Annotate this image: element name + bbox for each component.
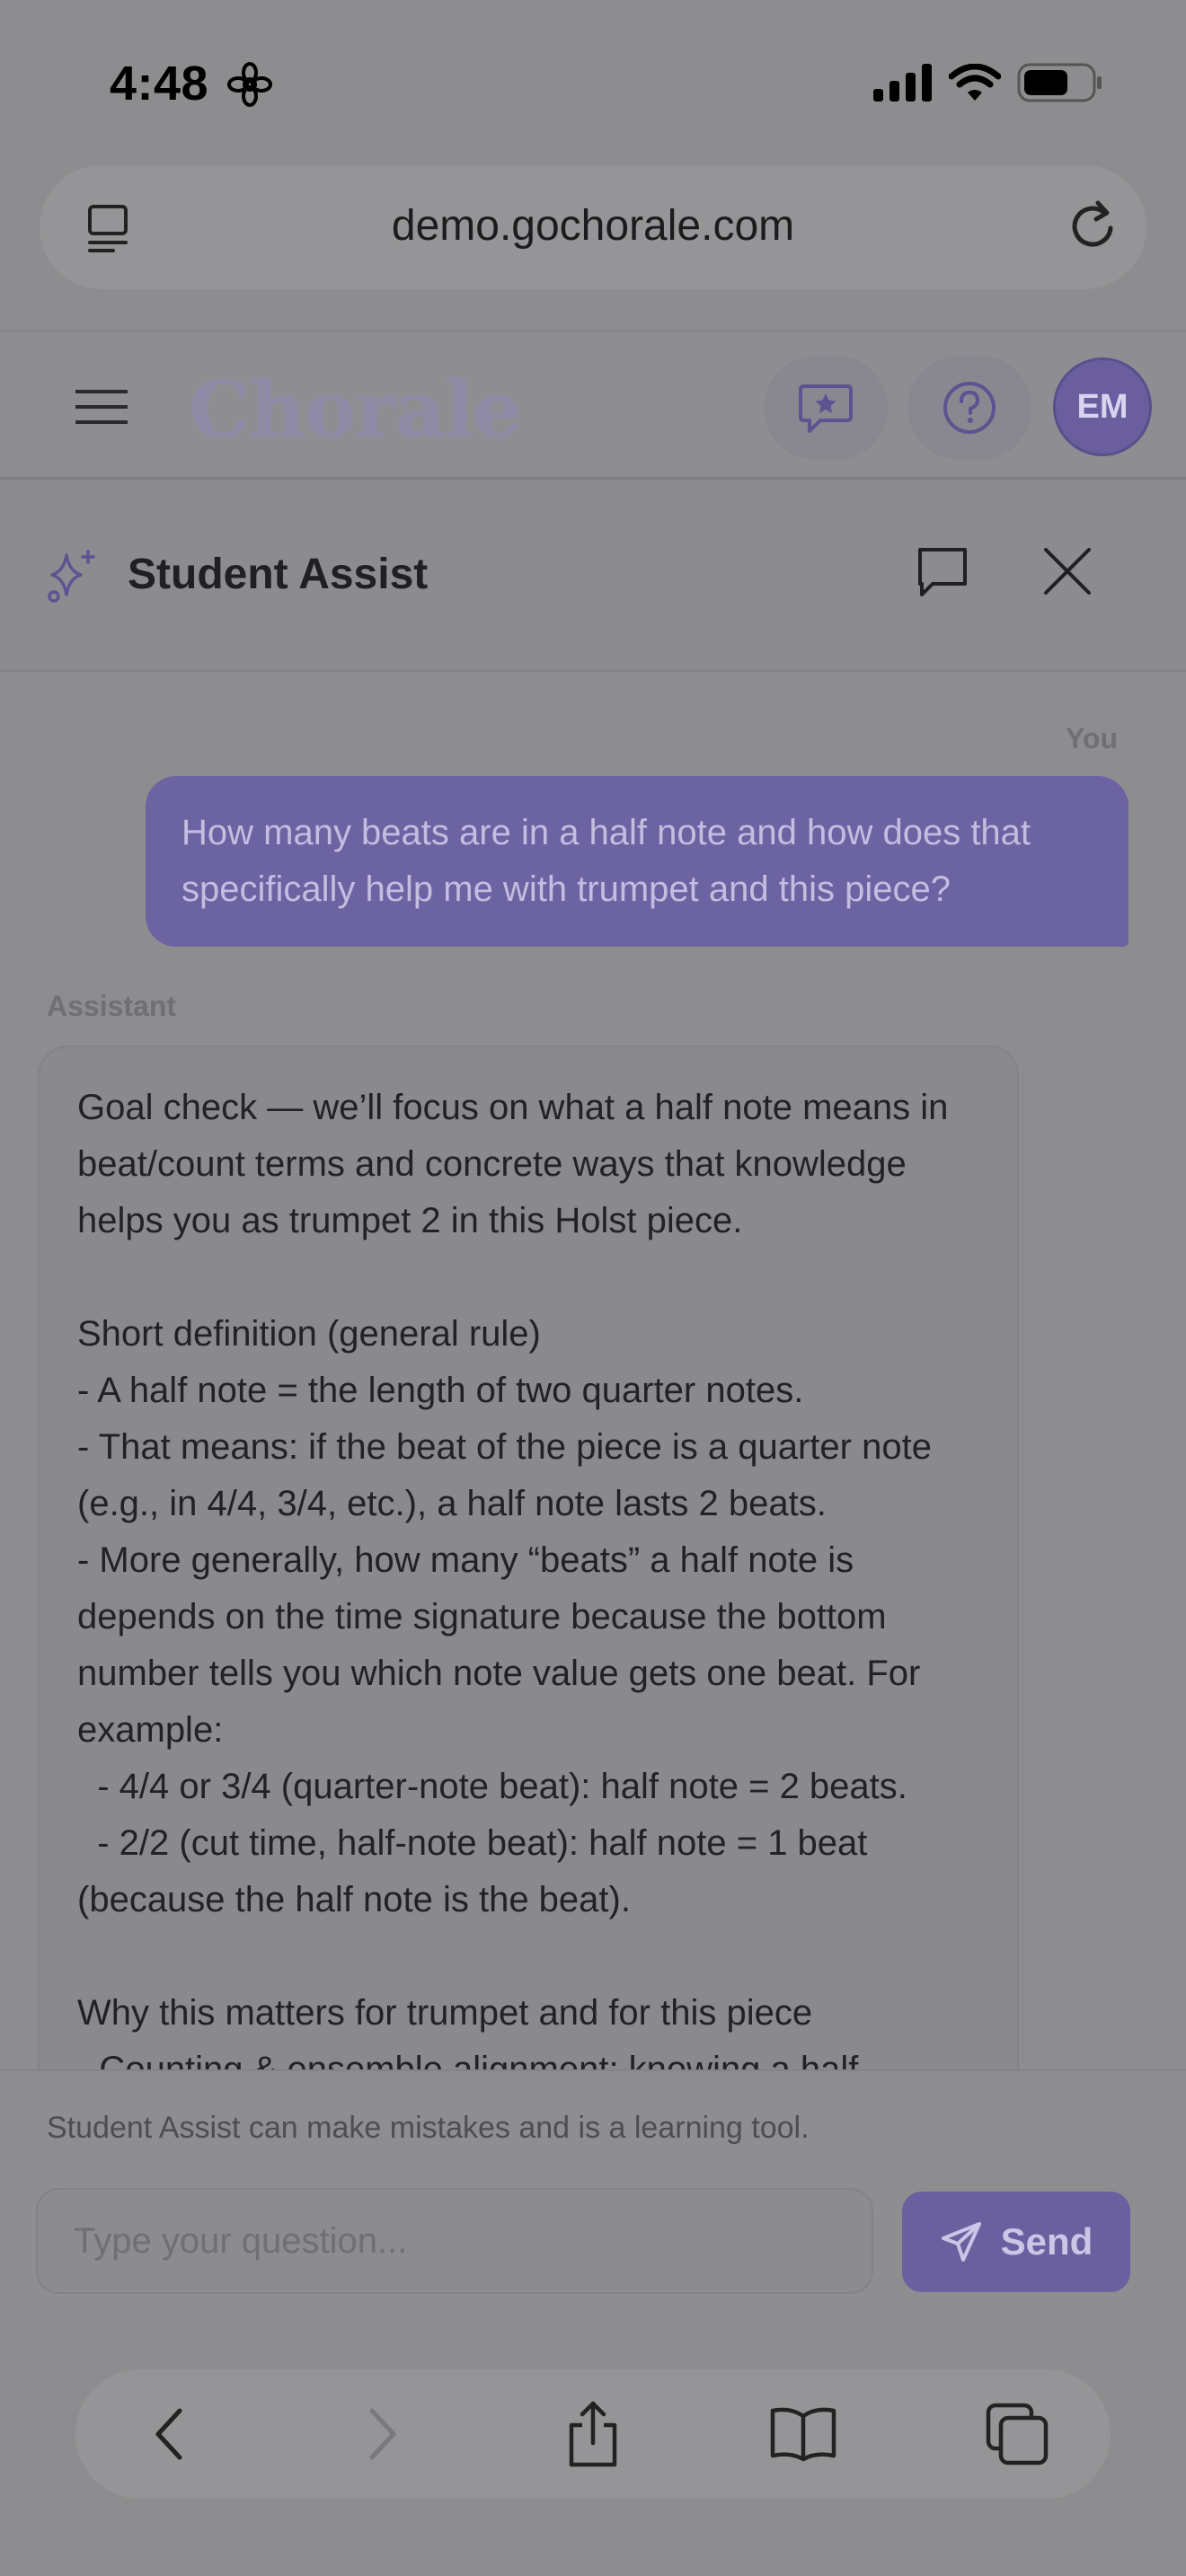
question-input-wrapper[interactable] [36, 2188, 873, 2294]
back-button[interactable] [133, 2398, 205, 2470]
help-button[interactable] [907, 356, 1031, 460]
book-icon [770, 2407, 836, 2462]
share-button[interactable] [557, 2398, 629, 2470]
forward-chevron-icon [369, 2408, 396, 2460]
share-icon [569, 2401, 617, 2467]
user-label: You [1065, 722, 1118, 754]
menu-icon[interactable] [74, 388, 129, 426]
back-chevron-icon [155, 2408, 182, 2460]
assist-title: Student Assist [128, 551, 429, 598]
send-icon [941, 2222, 981, 2262]
send-label: Send [1000, 2220, 1093, 2263]
tabs-button[interactable] [981, 2398, 1053, 2470]
cellular-signal-icon [873, 64, 932, 101]
message-list[interactable]: You How many beats are in a half note an… [0, 672, 1186, 2069]
star-message-icon [799, 384, 853, 433]
toolbar-pill [75, 2369, 1111, 2499]
assistant-message: Goal check — we’ll focus on what a half … [38, 1045, 1019, 2069]
screen: 4:48 demo.gochorale.com Chorale EM Stude… [0, 0, 1186, 2576]
bookmarks-button[interactable] [767, 2398, 839, 2470]
disclaimer-text: Student Assist can make mistakes and is … [47, 2111, 810, 2145]
tabs-icon [986, 2403, 1049, 2466]
assist-panel-header: Student Assist [0, 480, 1186, 672]
chat-footer: Student Assist can make mistakes and is … [0, 2069, 1186, 2326]
new-chat-icon[interactable] [915, 544, 970, 600]
wifi-icon [949, 64, 1001, 101]
sparkle-icon [48, 550, 95, 603]
avatar[interactable]: EM [1053, 357, 1152, 456]
reload-icon[interactable] [1064, 198, 1121, 255]
app-header: Chorale EM [0, 331, 1186, 480]
browser-toolbar [0, 2326, 1186, 2576]
forward-button[interactable] [347, 2398, 419, 2470]
assistant-label: Assistant [47, 990, 177, 1022]
url-bar[interactable]: demo.gochorale.com [40, 165, 1146, 289]
app-logo[interactable]: Chorale [189, 365, 522, 455]
send-button[interactable]: Send [902, 2192, 1130, 2292]
question-input[interactable] [38, 2190, 872, 2292]
url-text[interactable]: demo.gochorale.com [40, 201, 1146, 251]
status-time: 4:48 [110, 57, 209, 110]
question-icon [943, 382, 996, 434]
status-bar: 4:48 [0, 0, 1186, 162]
close-icon[interactable] [1040, 544, 1094, 598]
battery-icon [1017, 63, 1102, 102]
status-indicators [873, 63, 1103, 102]
focus-flower-icon [227, 62, 272, 107]
user-message: How many beats are in a half note and ho… [146, 776, 1128, 947]
feedback-button[interactable] [764, 356, 888, 460]
